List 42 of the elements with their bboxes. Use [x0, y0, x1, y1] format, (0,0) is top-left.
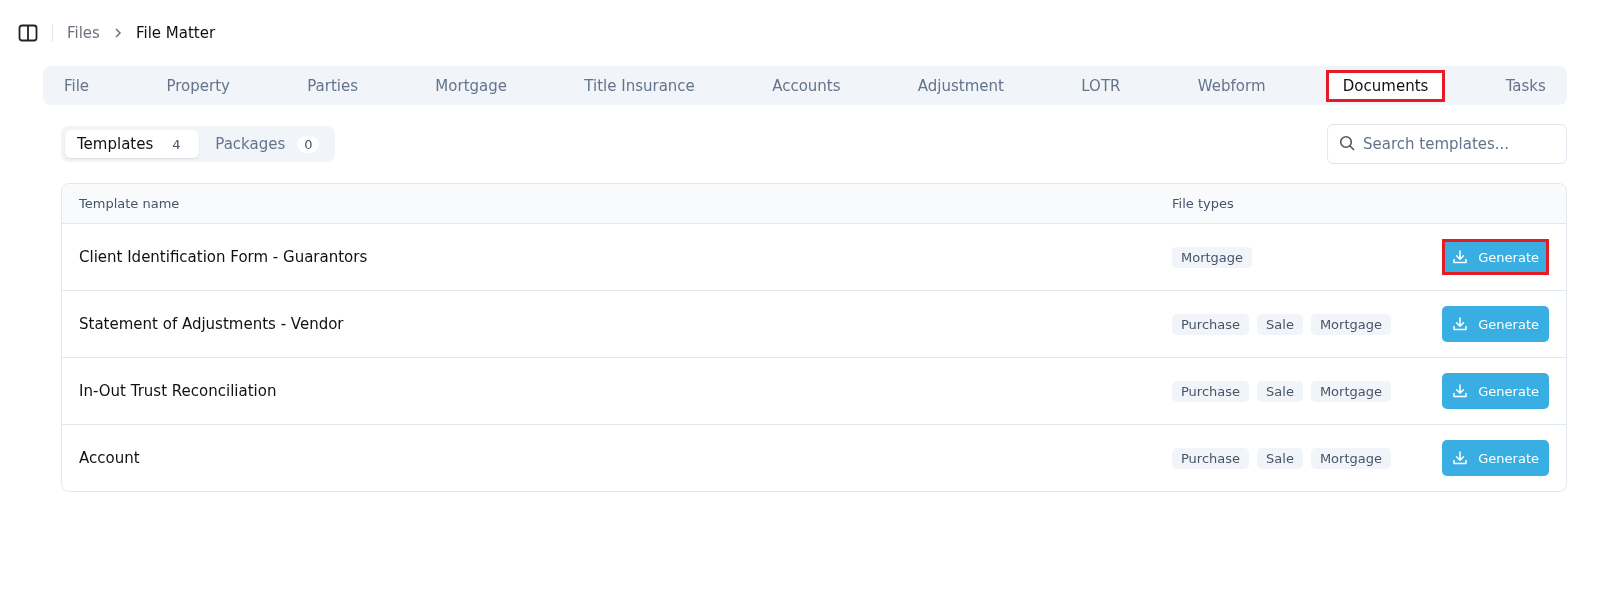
file-type-tag: Sale: [1257, 380, 1303, 402]
tab[interactable]: Title Insurance: [567, 69, 712, 102]
file-type-tag: Mortgage: [1310, 447, 1391, 469]
template-name: Statement of Adjustments - Vendor: [79, 315, 345, 333]
tab[interactable]: Parties: [290, 69, 376, 102]
subtab[interactable]: Packages 0: [203, 130, 332, 158]
generate-button[interactable]: Generate: [1442, 373, 1549, 409]
generate-button[interactable]: Generate: [1442, 239, 1549, 275]
breadcrumb-current: File Matter: [135, 24, 216, 42]
tab[interactable]: File: [47, 69, 107, 102]
generate-button[interactable]: Generate: [1442, 440, 1549, 476]
download-icon: [1452, 249, 1469, 265]
file-type-tag: Sale: [1257, 313, 1303, 335]
template-name: Client Identification Form - Guarantors: [79, 248, 369, 266]
tab[interactable]: Adjustment: [900, 69, 1021, 102]
tab[interactable]: Mortgage: [418, 69, 524, 102]
file-type-tag: Mortgage: [1310, 380, 1391, 402]
generate-button[interactable]: Generate: [1442, 306, 1549, 342]
download-icon: [1452, 316, 1469, 332]
file-type-tag: Purchase: [1172, 313, 1250, 335]
file-type-tag: Purchase: [1172, 380, 1250, 402]
file-type-tag: Mortgage: [1310, 313, 1391, 335]
tab[interactable]: Documents: [1325, 69, 1446, 102]
file-type-tag: Purchase: [1172, 447, 1250, 469]
template-name: Account: [79, 449, 141, 467]
chevron-right-icon: [113, 27, 122, 39]
column-header: File types: [1172, 196, 1235, 211]
sidebar-toggle-icon[interactable]: [18, 24, 38, 42]
breadcrumb-link[interactable]: Files: [67, 24, 100, 42]
tab[interactable]: Accounts: [755, 69, 858, 102]
column-header: Template name: [79, 196, 181, 211]
file-type-tag: Sale: [1257, 447, 1303, 469]
tab[interactable]: Tasks: [1488, 69, 1563, 102]
subtab[interactable]: Templates 4: [65, 130, 200, 158]
tab[interactable]: Property: [149, 69, 247, 102]
tab[interactable]: LOTR: [1064, 69, 1138, 102]
template-name: In-Out Trust Reconciliation: [79, 382, 278, 400]
tab[interactable]: Webform: [1180, 69, 1283, 102]
download-icon: [1452, 450, 1469, 466]
search-field[interactable]: Search templates...: [1327, 124, 1567, 164]
file-type-tag: Mortgage: [1172, 246, 1253, 268]
download-icon: [1452, 383, 1469, 399]
